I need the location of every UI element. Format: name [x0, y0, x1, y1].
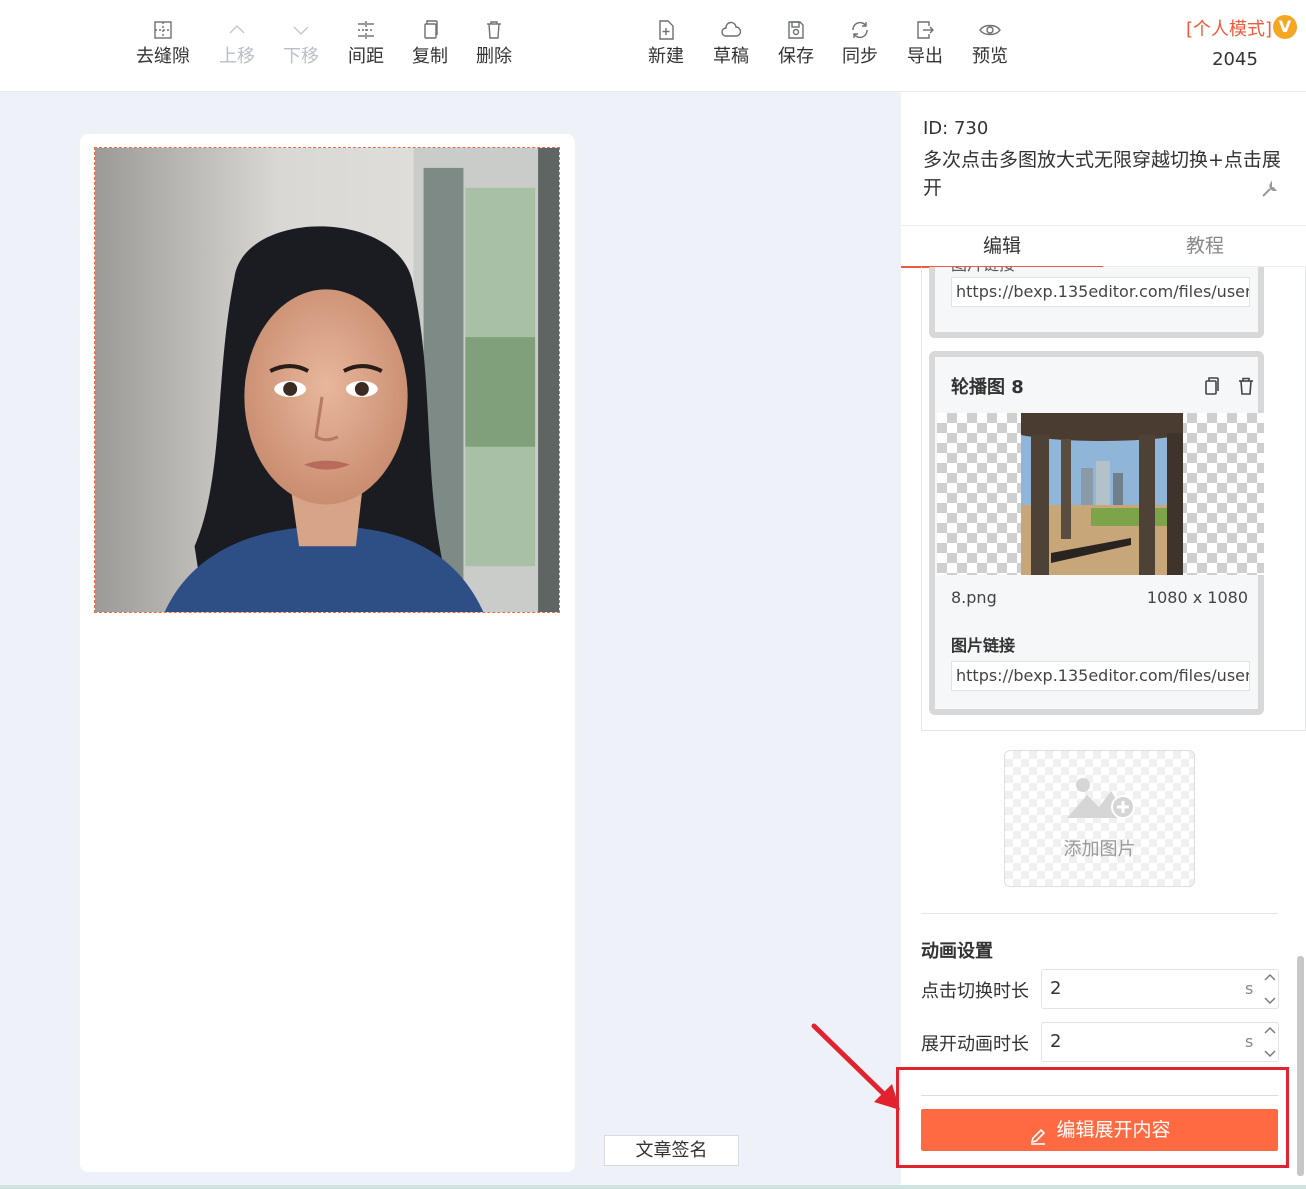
preview-button[interactable]: 预览	[958, 18, 1022, 78]
add-image-icon	[1067, 778, 1135, 819]
trash-icon[interactable]	[1235, 375, 1257, 397]
switch-duration-unit: s	[1245, 979, 1254, 998]
preview-label: 预览	[972, 46, 1008, 67]
eye-icon	[978, 18, 1002, 42]
wrench-icon[interactable]	[1259, 180, 1279, 200]
bottom-edge	[0, 1185, 1306, 1189]
image-link-label-cut: 图片链接	[951, 267, 1015, 275]
new-button[interactable]: 新建	[634, 18, 698, 78]
carousel-list[interactable]: 图片链接 https://bexp.135editor.com/files/us…	[921, 267, 1306, 731]
template-id: ID: 730	[923, 118, 989, 139]
expand-duration-label: 展开动画时长	[921, 1034, 1029, 1055]
switch-duration-label: 点击切换时长	[921, 981, 1029, 1002]
switch-duration-input[interactable]: 2 s	[1041, 969, 1279, 1009]
sync-label: 同步	[842, 46, 878, 67]
right-settings-panel: ID: 730 多次点击多图放大式无限穿越切换+点击展开 编辑 教程 图片链接 …	[901, 92, 1306, 1189]
personal-mode-switch[interactable]: [个人模式]	[1186, 18, 1272, 42]
move-down-button[interactable]: 下移	[269, 18, 333, 78]
new-label: 新建	[648, 46, 684, 67]
chevron-down-icon	[289, 18, 313, 42]
balance-count: 2045	[1212, 49, 1258, 70]
article-signature-button[interactable]: 文章签名	[604, 1135, 739, 1166]
annotation-highlight-box	[896, 1067, 1289, 1168]
sync-icon	[848, 18, 872, 42]
save-label: 保存	[778, 46, 814, 67]
image-link-label: 图片链接	[951, 636, 1016, 655]
annotation-arrow-icon	[811, 1023, 900, 1110]
animation-settings-title: 动画设置	[921, 941, 993, 962]
expand-duration-input[interactable]: 2 s	[1041, 1022, 1279, 1062]
remove-gap-label: 去缝隙	[136, 46, 190, 67]
carousel-thumbnail-image	[1021, 413, 1183, 575]
portrait-image[interactable]	[94, 147, 560, 613]
carousel-file-name: 8.png	[951, 588, 997, 607]
vip-badge-icon: V	[1273, 15, 1297, 39]
section-divider	[921, 913, 1278, 914]
spacing-icon	[354, 18, 378, 42]
panel-scrollbar[interactable]	[1297, 956, 1304, 1176]
save-icon	[784, 18, 808, 42]
draft-label: 草稿	[713, 46, 749, 67]
copy-icon	[418, 18, 442, 42]
add-image-button[interactable]: 添加图片	[1004, 750, 1195, 887]
move-down-label: 下移	[283, 46, 319, 67]
carousel-thumbnail-area[interactable]	[937, 413, 1264, 575]
expand-duration-value: 2	[1050, 1031, 1062, 1052]
remove-gap-icon	[151, 18, 175, 42]
save-button[interactable]: 保存	[764, 18, 828, 78]
expand-duration-increment-icon[interactable]	[1261, 1022, 1279, 1040]
template-title: 多次点击多图放大式无限穿越切换+点击展开	[923, 149, 1281, 199]
spacing-label: 间距	[348, 46, 384, 67]
expand-duration-decrement-icon[interactable]	[1261, 1044, 1279, 1062]
remove-gap-button[interactable]: 去缝隙	[131, 18, 195, 78]
copy-label: 复制	[412, 46, 448, 67]
copy-button[interactable]: 复制	[398, 18, 462, 78]
delete-button[interactable]: 删除	[462, 18, 526, 78]
switch-duration-decrement-icon[interactable]	[1261, 991, 1279, 1009]
image-link-input[interactable]: https://bexp.135editor.com/files/users/	[951, 661, 1250, 691]
copy-icon[interactable]	[1201, 375, 1223, 397]
top-toolbar: 去缝隙 上移 下移 间距 复制 删除 新建 草稿 保存 同步 导出 预览 [个人…	[0, 0, 1306, 92]
delete-label: 删除	[476, 46, 512, 67]
image-link-input-previous[interactable]: https://bexp.135editor.com/files/users/	[951, 277, 1250, 307]
carousel-card-title: 轮播图 8	[951, 377, 1024, 398]
switch-duration-increment-icon[interactable]	[1261, 969, 1279, 987]
carousel-card-previous: 图片链接 https://bexp.135editor.com/files/us…	[929, 267, 1264, 338]
move-up-button[interactable]: 上移	[205, 18, 269, 78]
add-image-label: 添加图片	[1063, 839, 1136, 860]
spacing-button[interactable]: 间距	[334, 18, 398, 78]
carousel-card-8: 轮播图 8 8.png 1080 x 1080 图片链接 https://bex…	[929, 351, 1264, 715]
tab-tutorial[interactable]: 教程	[1104, 226, 1306, 268]
chevron-up-icon	[225, 18, 249, 42]
draft-button[interactable]: 草稿	[699, 18, 763, 78]
panel-tabs: 编辑 教程	[901, 225, 1306, 268]
sync-button[interactable]: 同步	[828, 18, 892, 78]
carousel-file-dimensions: 1080 x 1080	[1146, 588, 1248, 607]
export-label: 导出	[907, 46, 943, 67]
expand-duration-unit: s	[1245, 1032, 1254, 1051]
new-file-icon	[654, 18, 678, 42]
export-button[interactable]: 导出	[893, 18, 957, 78]
move-up-label: 上移	[219, 46, 255, 67]
cloud-icon	[719, 18, 743, 42]
export-icon	[913, 18, 937, 42]
tab-edit[interactable]: 编辑	[901, 226, 1103, 268]
switch-duration-value: 2	[1050, 978, 1062, 999]
trash-icon	[482, 18, 506, 42]
